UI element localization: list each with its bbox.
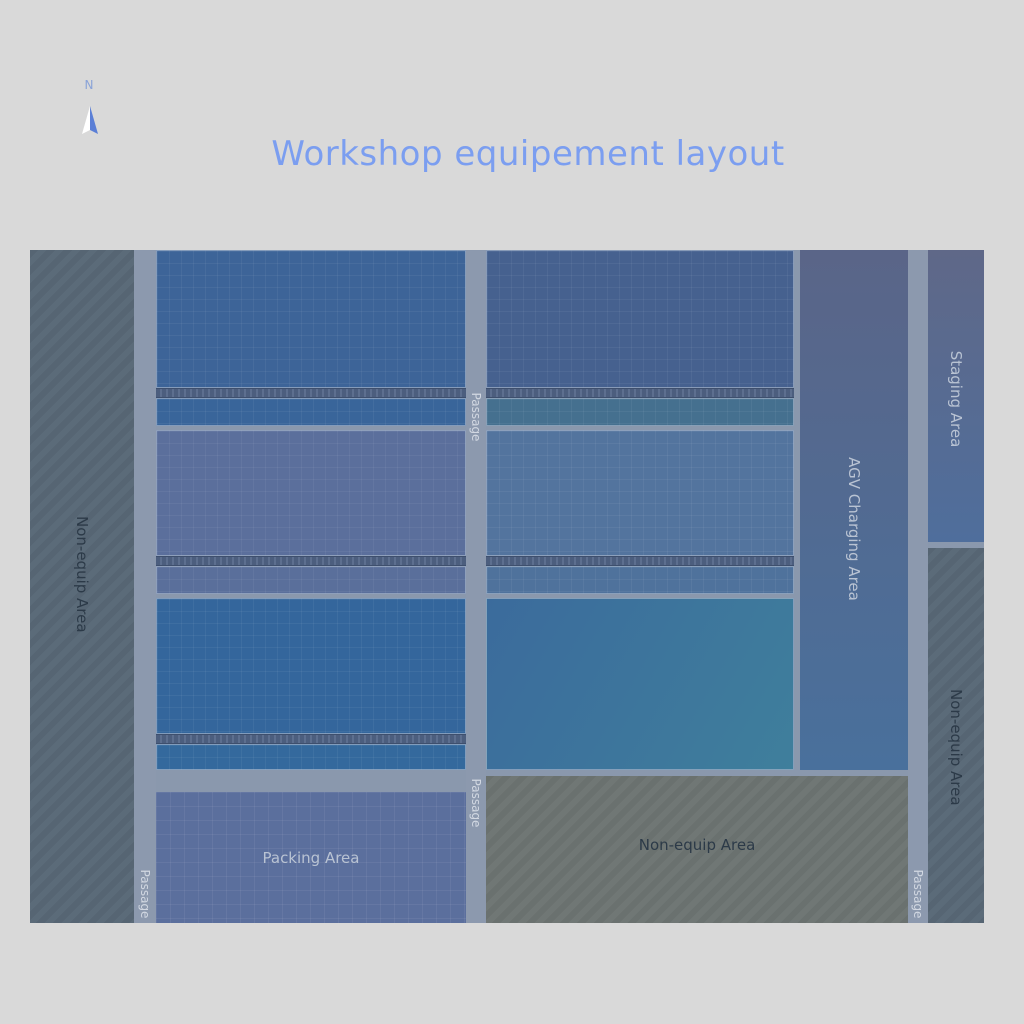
conveyor-4 — [486, 388, 794, 398]
equipment-strip-5 — [486, 566, 794, 594]
middle-passage-upper-label: Passage — [469, 392, 483, 442]
equipment-block-1 — [156, 250, 466, 388]
floor-plan: Non-equip Area Passage Packing Area Pass… — [30, 250, 984, 923]
middle-passage-lower-label: Passage — [469, 778, 483, 828]
equipment-block-5 — [486, 430, 794, 556]
packing-area-label: Packing Area — [262, 849, 360, 867]
page-title: Workshop equipement layout — [271, 134, 785, 174]
equipment-strip-1 — [156, 398, 466, 426]
north-arrow-icon — [82, 106, 98, 134]
bottom-non-equip-label: Non-equip Area — [638, 836, 756, 854]
conveyor-5 — [486, 556, 794, 566]
left-passage-label: Passage — [138, 869, 152, 919]
north-label: N — [84, 78, 94, 92]
agv-charging-label: AGV Charging Area — [845, 457, 863, 601]
equipment-block-3 — [156, 598, 466, 734]
equipment-strip-2 — [156, 566, 466, 594]
staging-area-label: Staging Area — [947, 350, 965, 448]
right-passage-label: Passage — [911, 869, 925, 919]
left-non-equip-label: Non-equip Area — [73, 516, 91, 633]
equipment-block-4 — [486, 250, 794, 388]
equipment-strip-3 — [156, 744, 466, 770]
right-non-equip-label: Non-equip Area — [947, 689, 965, 806]
north-compass: N — [70, 78, 110, 138]
equipment-strip-4 — [486, 398, 794, 426]
equipment-block-2 — [156, 430, 466, 556]
right-passage — [908, 250, 928, 923]
equipment-block-6 — [486, 598, 794, 770]
conveyor-3 — [156, 734, 466, 744]
conveyor-1 — [156, 388, 466, 398]
conveyor-2 — [156, 556, 466, 566]
left-passage — [134, 250, 156, 923]
